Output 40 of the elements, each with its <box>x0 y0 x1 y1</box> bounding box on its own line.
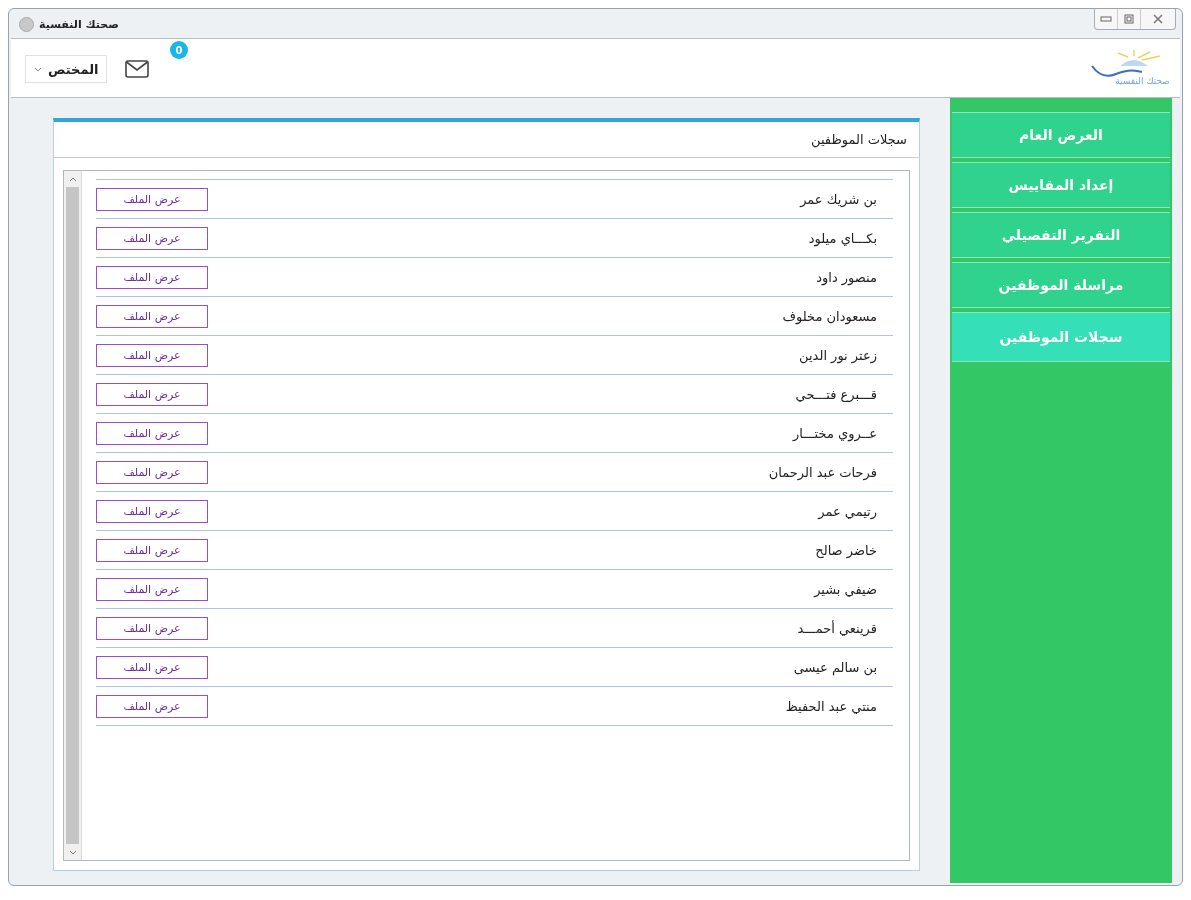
employee-name: ضيفي بشير <box>814 581 878 597</box>
employee-name: زعتر نور الدين <box>799 347 878 363</box>
view-file-button[interactable]: عرض الملف <box>96 421 208 445</box>
employee-name: رتيمي عمر <box>818 503 878 519</box>
app-icon <box>19 17 34 32</box>
maximize-icon <box>1124 14 1134 24</box>
view-file-button[interactable]: عرض الملف <box>96 187 208 211</box>
view-file-button[interactable]: عرض الملف <box>96 538 208 562</box>
employee-name: فرحات عبد الرحمان <box>768 464 878 480</box>
message-count-badge: 0 <box>170 41 188 59</box>
employee-name: بكـــاي ميلود <box>808 230 878 246</box>
view-file-button[interactable]: عرض الملف <box>96 655 208 679</box>
employee-name: بن شريك عمر <box>800 191 878 207</box>
employee-name: عــروي مختـــار <box>792 425 878 441</box>
view-file-button[interactable]: عرض الملف <box>96 616 208 640</box>
view-file-button[interactable]: عرض الملف <box>96 265 208 289</box>
employee-name: قـــبرع فتـــحي <box>795 386 878 402</box>
employee-name: خاضر صالح <box>815 542 878 558</box>
view-file-button[interactable]: عرض الملف <box>96 343 208 367</box>
view-file-button[interactable]: عرض الملف <box>96 499 208 523</box>
view-file-button[interactable]: عرض الملف <box>96 304 208 328</box>
caret-icon <box>34 66 42 72</box>
employee-name: منصور داود <box>816 269 878 285</box>
view-file-button[interactable]: عرض الملف <box>96 226 208 250</box>
view-file-button[interactable]: عرض الملف <box>96 577 208 601</box>
minimize-icon <box>1100 15 1112 23</box>
employee-name: مسعودان مخلوف <box>782 308 878 324</box>
window-title: صحتك النفسية <box>39 18 119 31</box>
mail-icon[interactable] <box>125 60 150 78</box>
user-dropdown[interactable]: المختص <box>25 55 108 83</box>
view-file-button[interactable]: عرض الملف <box>96 694 208 718</box>
scrollbar[interactable] <box>64 171 82 860</box>
view-file-button[interactable]: عرض الملف <box>96 460 208 484</box>
employee-name: بن سالم عيسى <box>793 659 878 675</box>
panel-title: سجلات الموظفين <box>54 122 919 158</box>
view-file-button[interactable]: عرض الملف <box>96 382 208 406</box>
employee-name: قرينعي أحمـــد <box>797 620 878 636</box>
close-icon <box>1153 14 1163 24</box>
logo-text: صحتك النفسية <box>1115 76 1170 86</box>
employee-name: منتي عبد الحفيظ <box>785 698 878 714</box>
